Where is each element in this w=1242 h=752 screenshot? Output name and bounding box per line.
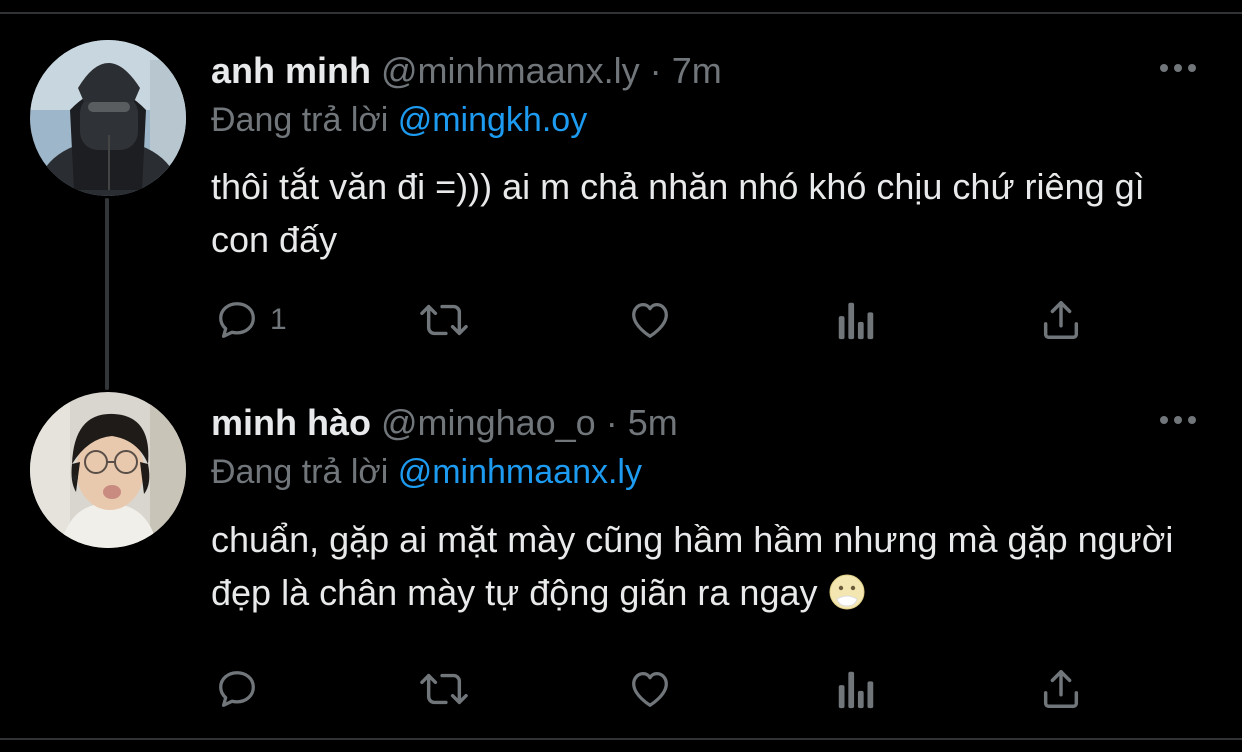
share-icon xyxy=(1043,301,1079,339)
replying-to-line: Đang trả lời @minhmaanx.ly xyxy=(211,450,642,494)
reply-mention-link[interactable]: @mingkh.oy xyxy=(398,101,587,139)
display-name[interactable]: anh minh xyxy=(211,50,371,91)
thread-connector-line xyxy=(105,198,109,390)
tweet-text: thôi tắt văn đi =))) ai m chả nhăn nhó k… xyxy=(211,166,1145,260)
reply-button[interactable] xyxy=(214,664,270,714)
replying-to-label: Đang trả lời xyxy=(211,453,389,491)
like-button[interactable] xyxy=(626,664,674,714)
analytics-icon xyxy=(838,671,874,709)
reply-button[interactable]: 1 xyxy=(214,295,287,345)
timestamp[interactable]: 5m xyxy=(628,402,678,443)
heart-icon xyxy=(632,672,668,707)
tweet-text: chuẩn, gặp ai mặt mày cũng hầm hầm nhưng… xyxy=(211,513,1211,625)
avatar-image xyxy=(30,40,186,196)
share-icon xyxy=(1043,670,1079,708)
retweet-button[interactable] xyxy=(416,664,472,714)
face-with-hand-over-mouth-emoji-icon xyxy=(828,572,866,625)
tweet-text-content: chuẩn, gặp ai mặt mày cũng hầm hầm nhưng… xyxy=(211,519,1174,613)
separator-dot: · xyxy=(649,50,662,91)
tweet-actions: 1 xyxy=(0,295,1242,345)
retweet-icon xyxy=(420,304,468,336)
bottom-divider xyxy=(0,738,1242,740)
share-button[interactable] xyxy=(1038,295,1084,345)
heart-icon xyxy=(632,303,668,338)
separator-dot: · xyxy=(605,402,618,443)
tweet-header: anh minh @minhmaanx.ly · 7m xyxy=(211,46,722,96)
views-button[interactable] xyxy=(834,664,878,714)
reply-icon xyxy=(219,671,255,707)
top-divider xyxy=(0,12,1242,14)
views-button[interactable] xyxy=(834,295,878,345)
replying-to-label: Đang trả lời xyxy=(211,101,389,139)
timestamp[interactable]: 7m xyxy=(672,50,722,91)
reply-mention-link[interactable]: @minhmaanx.ly xyxy=(398,453,642,491)
more-options-icon[interactable] xyxy=(1158,410,1198,430)
avatar[interactable] xyxy=(30,40,186,196)
reply-icon xyxy=(219,302,255,338)
share-button[interactable] xyxy=(1038,664,1084,714)
like-button[interactable] xyxy=(626,295,674,345)
avatar[interactable] xyxy=(30,392,186,548)
handle[interactable]: @minhmaanx.ly xyxy=(381,50,640,91)
tweet-actions xyxy=(0,664,1242,714)
more-options-icon[interactable] xyxy=(1158,58,1198,78)
retweet-button[interactable] xyxy=(416,295,472,345)
display-name[interactable]: minh hào xyxy=(211,402,371,443)
analytics-icon xyxy=(838,302,874,340)
tweet-header: minh hào @minghao_o · 5m xyxy=(211,398,678,448)
avatar-image xyxy=(30,392,186,548)
reply-count: 1 xyxy=(270,303,287,336)
replying-to-line: Đang trả lời @mingkh.oy xyxy=(211,98,587,142)
retweet-icon xyxy=(420,673,468,705)
handle[interactable]: @minghao_o xyxy=(381,402,596,443)
